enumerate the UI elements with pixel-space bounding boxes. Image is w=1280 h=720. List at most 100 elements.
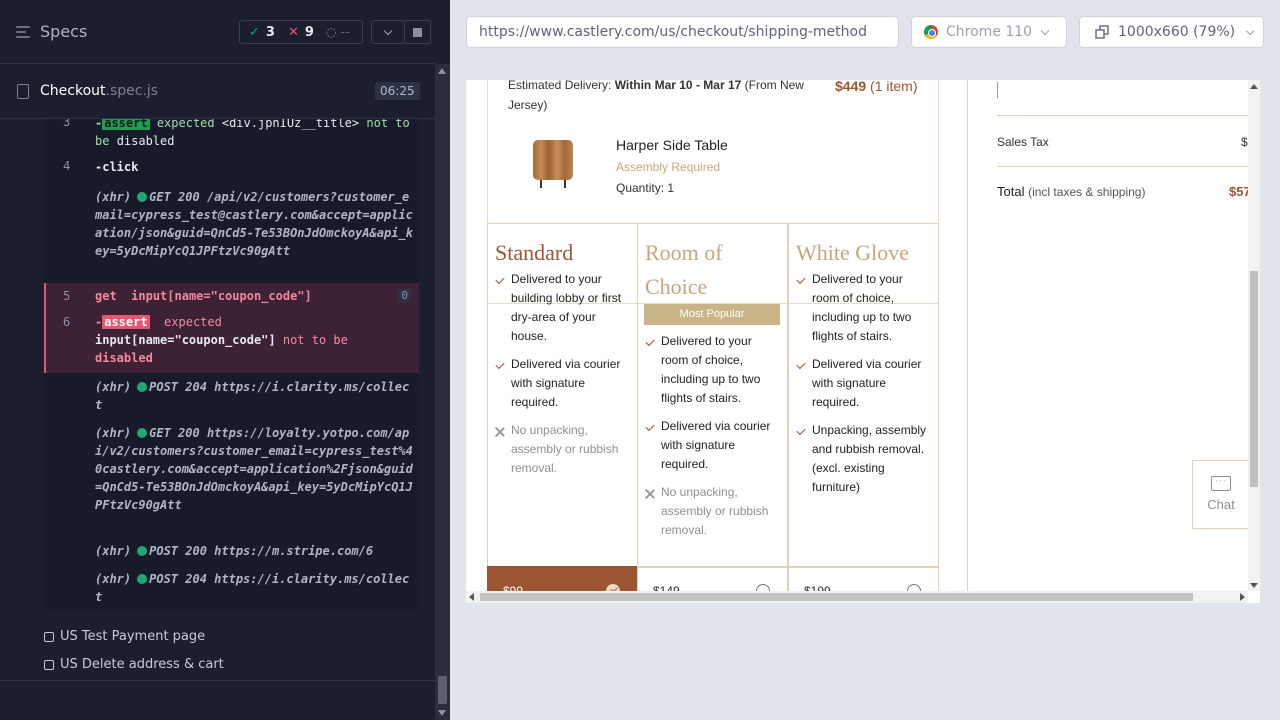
option-feature: Unpacking, assembly and rubbish removal.… — [812, 423, 927, 494]
status-dot-icon — [137, 192, 148, 202]
command-log-scrollbar[interactable] — [435, 64, 450, 720]
xhr-method: GET 200 — [149, 190, 200, 204]
scrollbar-thumb[interactable] — [438, 676, 447, 704]
option-feature: Delivered to your room of choice, includ… — [812, 272, 912, 343]
assert-tail: disabled — [116, 134, 175, 148]
command-text: get input[name="coupon_code"] — [95, 287, 312, 305]
text-cursor — [997, 82, 998, 98]
failed-count: 9 — [304, 24, 314, 40]
scrollbar-thumb[interactable] — [1250, 271, 1258, 487]
file-icon — [17, 84, 29, 99]
xhr-label: (xhr) — [95, 426, 132, 440]
command-text: - assert expected input[name="coupon_code… — [95, 313, 405, 367]
scrollbar-thumb[interactable] — [480, 593, 1193, 601]
pending-count: -- — [340, 24, 350, 40]
xhr-url: https://m.stripe.com/6 — [214, 544, 374, 558]
viewport-selector[interactable]: 1000x660 (79%) — [1079, 16, 1264, 48]
total-label: Total (incl taxes & shipping) — [997, 184, 1145, 199]
scroll-up-icon[interactable] — [1250, 84, 1258, 89]
assert-badge: assert — [102, 119, 150, 130]
test-stats: ✓ 3 ✕ 9 ◌ -- — [239, 20, 363, 44]
suite-us-delete-address-cart[interactable]: US Delete address & cart — [44, 657, 224, 672]
option-feature: Delivered to your building lobby or firs… — [511, 272, 622, 343]
xhr-method: POST 204 — [149, 572, 207, 586]
assert-subject: <div.jpnIUz__title> — [221, 119, 360, 130]
xhr-text: (xhr) POST 204 https://i.clarity.ms/colle… — [95, 570, 415, 606]
scroll-right-icon[interactable] — [1240, 593, 1245, 601]
product-image — [533, 140, 573, 180]
xhr-method: POST 200 — [149, 544, 207, 558]
assert-text: expected — [164, 315, 222, 329]
runner-header: Specs ✓ 3 ✕ 9 ◌ -- — [0, 0, 435, 64]
status-dot-icon — [137, 382, 148, 392]
sales-tax-label: Sales Tax — [997, 135, 1049, 149]
page-vertical-scrollbar[interactable] — [1248, 80, 1260, 591]
xhr-row[interactable]: (xhr) POST 204 https://i.clarity.ms/colle… — [44, 570, 419, 606]
xhr-row[interactable]: (xhr) POST 200 https://m.stripe.com/6 — [44, 542, 419, 562]
xhr-url: https://loyalty.yotpo.com/api/v2/custome… — [95, 426, 413, 512]
product-image-leg — [540, 180, 542, 188]
xhr-method: GET 200 — [149, 426, 200, 440]
page-horizontal-scrollbar[interactable] — [466, 591, 1248, 603]
assert-text: expected — [156, 119, 215, 130]
check-icon — [645, 336, 655, 347]
divider — [997, 166, 1257, 167]
passed-icon: ✓ — [249, 24, 260, 40]
spec-name-text: Checkout — [40, 83, 106, 99]
chrome-icon — [924, 25, 938, 39]
suite-checkbox-icon — [44, 631, 54, 642]
browser-name: Chrome 110 — [946, 24, 1033, 40]
scroll-down-icon[interactable] — [1250, 583, 1258, 588]
shipping-option-room-of-choice[interactable]: Room of Choice Most Popular Delivered to… — [637, 223, 788, 568]
command-row[interactable]: 4 -click — [44, 158, 419, 178]
command-row[interactable]: 3 - assert expected <div.jpnIUz__title> n… — [44, 119, 419, 150]
scroll-up-icon[interactable] — [438, 68, 446, 74]
assembly-note: Assembly Required — [616, 160, 721, 174]
xhr-text: (xhr) POST 200 https://m.stripe.com/6 — [95, 542, 415, 560]
chat-button[interactable]: ··· Chat — [1192, 460, 1250, 529]
status-dot-icon — [137, 428, 148, 438]
estimated-prefix: Estimated Delivery: — [508, 80, 615, 92]
specs-toggle[interactable]: Specs — [16, 22, 87, 41]
xhr-row[interactable]: (xhr) GET 200 /api/v2/customers?customer_… — [44, 188, 419, 278]
chat-label: Chat — [1207, 497, 1235, 512]
cross-icon — [645, 489, 655, 499]
most-popular-badge: Most Popular — [644, 304, 780, 325]
xhr-row[interactable]: (xhr) GET 200 https://loyalty.yotpo.com/a… — [44, 424, 419, 532]
option-feature: No unpacking, assembly or rubbish remova… — [511, 423, 619, 475]
option-feature: No unpacking, assembly or rubbish remova… — [661, 485, 769, 537]
command-name: get — [95, 289, 117, 303]
collapse-all-button[interactable] — [371, 20, 405, 44]
browser-selector[interactable]: Chrome 110 — [911, 16, 1067, 48]
check-icon — [796, 359, 806, 370]
element-count: 0 — [398, 289, 411, 302]
command-number: 5 — [63, 289, 71, 303]
app-under-test: Estimated Delivery: Within Mar 10 - Mar … — [466, 80, 1260, 603]
shipping-option-white-glove[interactable]: White Glove Delivered to your room of ch… — [788, 223, 939, 568]
xhr-text: (xhr) GET 200 /api/v2/customers?customer_… — [95, 188, 415, 260]
scroll-left-icon[interactable] — [469, 593, 474, 601]
shipping-option-standard[interactable]: Standard Delivered to your building lobb… — [487, 223, 638, 568]
menu-icon — [16, 25, 30, 38]
stop-button[interactable] — [405, 20, 431, 44]
product-name[interactable]: Harper Side Table — [616, 137, 728, 153]
assert-badge: assert — [102, 315, 150, 329]
xhr-label: (xhr) — [95, 190, 132, 204]
spec-file-name[interactable]: Checkout.spec.js — [40, 83, 158, 99]
scroll-down-icon[interactable] — [438, 710, 446, 716]
failed-command-group[interactable]: 5 get input[name="coupon_code"] 0 6 - ass… — [44, 283, 419, 373]
estimated-delivery: Estimated Delivery: Within Mar 10 - Mar … — [508, 80, 828, 115]
status-dot-icon — [137, 574, 148, 584]
command-arg: input[name="coupon_code"] — [131, 289, 312, 303]
xhr-text: (xhr) GET 200 https://loyalty.yotpo.com/a… — [95, 424, 415, 514]
total-text: Total — [997, 184, 1025, 199]
url-bar[interactable]: https://www.castlery.com/us/checkout/shi… — [466, 16, 899, 48]
option-title: Room of Choice — [645, 240, 723, 299]
suite-us-test-payment-page[interactable]: US Test Payment page — [44, 629, 205, 644]
order-item-count: (1 item) — [870, 80, 918, 94]
option-feature: Delivered via courier with signature req… — [661, 419, 771, 471]
option-feature: Delivered to your room of choice, includ… — [661, 334, 761, 405]
xhr-row[interactable]: (xhr) POST 204 https://i.clarity.ms/colle… — [44, 378, 419, 414]
spec-header: Checkout.spec.js 06:25 — [0, 64, 435, 119]
xhr-label: (xhr) — [95, 572, 132, 586]
